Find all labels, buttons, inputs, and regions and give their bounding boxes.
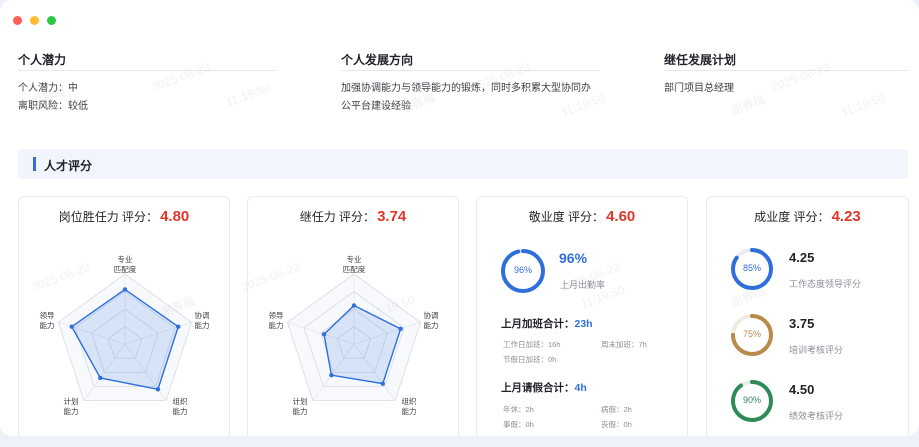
- succession-plan-text: 部门项目总经理: [664, 83, 734, 94]
- section-title-development: 个人发展方向: [341, 53, 414, 67]
- radar-axis-label: 组织 能力: [172, 397, 188, 416]
- turnover-risk: 离职风险：较低: [18, 101, 88, 112]
- radar-axis-label: 领导 能力: [39, 311, 55, 330]
- performance-value: 4.50: [789, 382, 815, 397]
- overtime-total: 上月加班合计：23h: [501, 316, 593, 331]
- divider: [341, 70, 599, 71]
- radar-axis-label: 计划 能力: [63, 397, 79, 416]
- overtime-value: 23h: [574, 318, 593, 330]
- radar-axis-label: 协调 能力: [423, 311, 439, 330]
- section-title-succession-plan: 继任发展计划: [664, 53, 737, 67]
- radar-point: [351, 303, 357, 308]
- performance-ring-label: 90%: [742, 395, 761, 405]
- leave-bereavement: 丧假：0h: [601, 420, 632, 429]
- radar-axis-label: 组织 能力: [401, 397, 417, 416]
- leave-sick: 病假：2h: [601, 405, 632, 414]
- performance-label: 绩效考核评分: [789, 411, 844, 421]
- maximize-window-button[interactable]: [47, 16, 56, 25]
- work-attitude-value: 4.25: [789, 250, 815, 265]
- divider: [664, 70, 909, 71]
- card-title-label: 成业度 评分：: [754, 210, 830, 224]
- close-window-button[interactable]: [13, 16, 22, 25]
- succession-card: 继任力 评分： 3.74 专业 匹配度 协调 能力 组织 能力 计划 能力 领导 能力: [247, 196, 459, 436]
- leave-annual: 年休：2h: [503, 405, 534, 414]
- achievement-card: 成业度 评分： 4.23 85% 4.25 工作态度领导评分 75% 3.75 培…: [706, 196, 909, 436]
- radar-axis-label: 协调 能力: [194, 311, 210, 330]
- training-ring-label: 75%: [742, 329, 761, 339]
- radar-point: [398, 326, 403, 332]
- radar-axis-label: 领导 能力: [268, 311, 284, 330]
- overtime-weekday: 工作日加班：16h: [503, 340, 561, 349]
- radar-point: [380, 381, 386, 386]
- radar-point: [69, 324, 74, 329]
- work-attitude-ring-label: 85%: [742, 263, 761, 273]
- training-label: 培训考核评分: [789, 345, 844, 355]
- watermark: 2025-06-23: [769, 59, 832, 95]
- section-title-potential: 个人潜力: [18, 53, 67, 67]
- radar-axis-label: 专业 匹配度: [342, 255, 366, 274]
- radar-point: [176, 324, 181, 329]
- overtime-holiday: 节假日加班：0h: [503, 355, 557, 364]
- attendance-label: 上月出勤率: [560, 280, 606, 290]
- work-attitude-label: 工作态度领导评分: [789, 279, 862, 289]
- radar-point: [98, 375, 103, 381]
- potential-level: 个人潜力：中: [18, 83, 78, 94]
- talent-score-header: 人才评分: [18, 149, 908, 179]
- card-title-label: 敬业度 评分：: [528, 210, 605, 224]
- watermark: 2025-06-23: [149, 59, 212, 95]
- leave-total: 上月请假合计：4h: [501, 380, 587, 395]
- overtime-weekend: 周末加班：7h: [601, 340, 647, 349]
- development-text-line1: 加强协调能力与领导能力的锻炼，同时多积累大型协同办: [341, 83, 591, 94]
- watermark: 谢春梅: [728, 92, 768, 118]
- card-title: 成业度 评分： 4.23: [707, 208, 908, 225]
- radar-point: [329, 372, 334, 378]
- leave-title: 上月请假合计：: [501, 382, 575, 394]
- radar-point: [122, 287, 128, 292]
- achievement-score: 4.23: [831, 208, 861, 225]
- app-window: 个人潜力 个人潜力：中 离职风险：较低 个人发展方向 加强协调能力与领导能力的锻…: [0, 0, 919, 436]
- header-accent-bar: [33, 157, 36, 171]
- dedication-score: 4.60: [606, 208, 636, 225]
- leave-personal: 事假：0h: [503, 420, 534, 429]
- overtime-title: 上月加班合计：: [501, 318, 575, 330]
- dedication-card: 敬业度 评分： 4.60 96% 96% 上月出勤率 上月加班合计：23h 工作日…: [476, 196, 688, 436]
- talent-score-title: 人才评分: [44, 159, 93, 173]
- training-value: 3.75: [789, 316, 815, 331]
- attendance-rate: 96%: [559, 250, 588, 266]
- radar-point: [321, 332, 327, 337]
- post-competency-card: 岗位胜任力 评分： 4.80 专业 匹配度 协调 能力 组织 能力 计划 能力 领导 能力: [18, 196, 230, 436]
- watermark: 11:19:50: [223, 80, 272, 110]
- divider: [18, 70, 276, 71]
- radar-axis-label: 计划 能力: [292, 397, 308, 416]
- leave-value: 4h: [574, 382, 587, 394]
- radar-axis-label: 专业 匹配度: [113, 255, 137, 274]
- card-title: 敬业度 评分： 4.60: [477, 208, 687, 225]
- watermark: 11:19:50: [838, 90, 887, 120]
- attendance-ring-label: 96%: [513, 265, 532, 275]
- radar-point: [155, 387, 161, 392]
- minimize-window-button[interactable]: [30, 16, 39, 25]
- development-text-line2: 公平台建设经验: [341, 101, 411, 112]
